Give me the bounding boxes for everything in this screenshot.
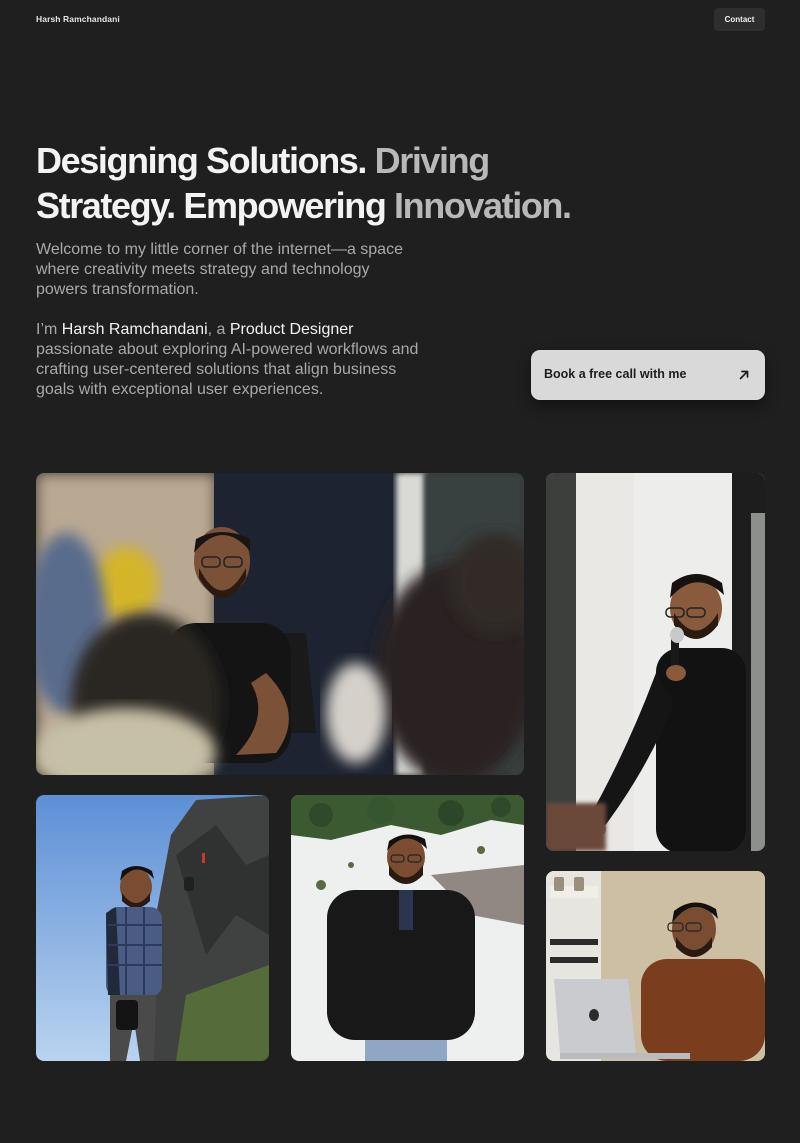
hero-title-part: Strategy.: [36, 185, 176, 226]
contact-button[interactable]: Contact: [714, 8, 765, 31]
bio-role: Product Designer: [229, 321, 354, 338]
book-call-button[interactable]: Book a free call with me: [531, 350, 765, 400]
photo-working-laptop: [546, 871, 765, 1061]
photo-snow-mountain: [291, 795, 524, 1061]
hero-title-part: Innovation.: [394, 185, 572, 226]
hero-title-part: Driving: [366, 140, 491, 181]
top-nav: Harsh Ramchandani Contact: [0, 0, 800, 40]
bio-paragraph: I’m Harsh Ramchandani, a Product Designe…: [36, 320, 426, 400]
book-call-label: Book a free call with me: [544, 367, 687, 381]
bio-prefix: I’m: [36, 321, 62, 338]
photo-speaking-workshop: [36, 473, 524, 775]
photo-speaking-microphone: [546, 473, 765, 851]
hero-title-part: Empowering: [174, 185, 395, 226]
bio-mid: , a: [207, 321, 230, 338]
arrow-up-right-icon: [739, 370, 749, 380]
intro-paragraph: Welcome to my little corner of the inter…: [36, 241, 403, 298]
photo-hiking-cliff: [36, 795, 269, 1061]
bio-rest: passionate about exploring AI-powered wo…: [36, 341, 419, 398]
hero-title: Designing Solutions. Driving Strategy. E…: [36, 138, 736, 228]
hero-title-part: Solutions.: [206, 140, 367, 181]
hero-title-part: Designing: [36, 140, 207, 181]
bio-name: Harsh Ramchandani: [61, 321, 208, 338]
brand-name[interactable]: Harsh Ramchandani: [36, 14, 120, 24]
